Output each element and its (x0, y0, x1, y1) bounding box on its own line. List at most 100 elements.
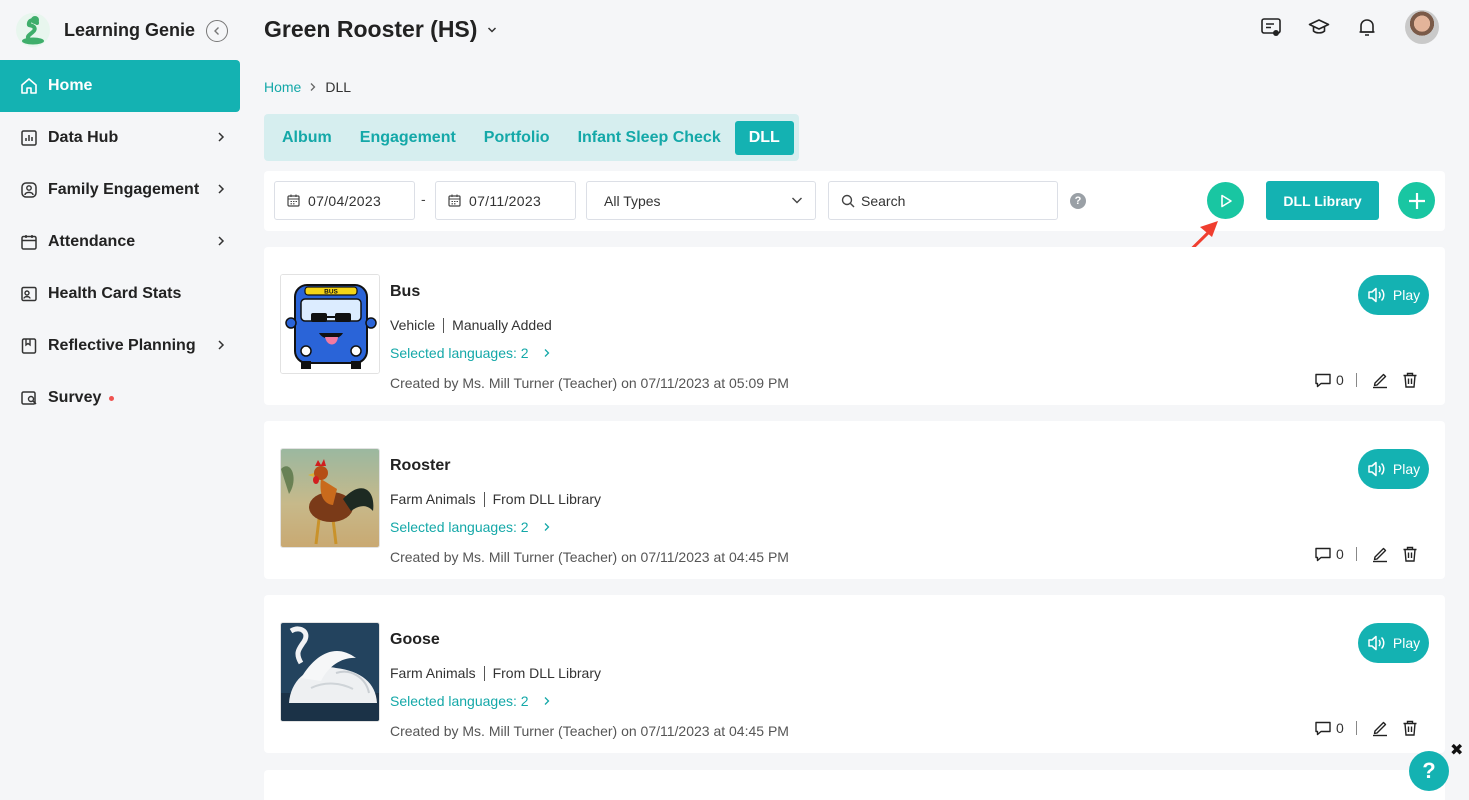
end-date-input[interactable]: 07/11/2023 (435, 181, 576, 220)
comment-icon (1315, 721, 1331, 735)
tab-bar: Album Engagement Portfolio Infant Sleep … (264, 114, 799, 161)
card-source: From DLL Library (492, 665, 601, 681)
sidebar-item-label: Data Hub (48, 129, 119, 146)
close-help-icon[interactable]: ✖ (1450, 740, 1463, 760)
edit-icon (1372, 373, 1387, 389)
sidebar-item-health-card-stats[interactable]: Health Card Stats (0, 268, 240, 320)
edit-button[interactable] (1371, 719, 1389, 737)
comment-count: 0 (1336, 546, 1344, 562)
sidebar-item-label: Survey (48, 389, 102, 406)
selected-languages-link[interactable]: Selected languages: 2 (390, 345, 551, 361)
bar-chart-icon (20, 129, 38, 147)
bus-sign-text: BUS (324, 289, 338, 296)
search-input[interactable] (861, 192, 1041, 209)
tab-engagement[interactable]: Engagement (346, 121, 470, 155)
delete-button[interactable] (1401, 545, 1419, 563)
sidebar-item-survey[interactable]: Survey (0, 372, 240, 424)
learning-genie-logo-icon (16, 13, 50, 47)
graduation-cap-icon[interactable] (1307, 15, 1331, 39)
help-icon[interactable]: ? (1070, 193, 1086, 209)
dll-card: Rooster Farm Animals From DLL Library Se… (264, 421, 1445, 579)
search-box[interactable] (828, 181, 1058, 220)
card-meta: Vehicle Manually Added (390, 317, 552, 333)
comment-icon (1315, 547, 1331, 561)
play-label: Play (1392, 287, 1421, 303)
speaker-icon (1368, 461, 1385, 477)
card-title: Rooster (390, 457, 451, 474)
sidebar-item-family-engagement[interactable]: Family Engagement (0, 164, 240, 216)
card-created-info: Created by Ms. Mill Turner (Teacher) on … (390, 375, 789, 391)
floating-help-button[interactable]: ? (1409, 751, 1449, 791)
comment-button[interactable]: 0 (1314, 546, 1344, 563)
actions-divider (1355, 373, 1357, 387)
card-title: Goose (390, 631, 440, 648)
sidebar-item-data-hub[interactable]: Data Hub (0, 112, 240, 164)
chevron-right-icon (544, 349, 549, 357)
breadcrumb-home-link[interactable]: Home (264, 79, 301, 95)
plus-icon (1408, 192, 1425, 209)
edit-icon (1372, 547, 1387, 563)
start-date-input[interactable]: 07/04/2023 (274, 181, 415, 220)
chevron-left-icon (214, 27, 219, 35)
meta-divider (483, 491, 485, 507)
sidebar-item-label: Reflective Planning (48, 337, 196, 354)
calendar-icon (287, 194, 300, 207)
sidebar-item-attendance[interactable]: Attendance (0, 216, 240, 268)
sidebar-nav: Home Data Hub Family Engagement Attendan… (0, 60, 240, 424)
delete-button[interactable] (1401, 719, 1419, 737)
delete-button[interactable] (1401, 371, 1419, 389)
card-category: Farm Animals (390, 665, 476, 681)
play-all-button[interactable] (1207, 182, 1244, 219)
sidebar-item-home[interactable]: Home (0, 60, 240, 112)
class-selector[interactable]: Green Rooster (HS) (264, 16, 497, 43)
sidebar-item-label: Family Engagement (48, 181, 200, 198)
chevron-right-icon (218, 132, 225, 142)
chevron-right-icon (544, 697, 549, 705)
user-avatar[interactable] (1405, 10, 1439, 44)
messages-icon[interactable] (1259, 15, 1283, 39)
speaker-icon (1368, 635, 1385, 651)
play-button[interactable]: Play (1358, 275, 1429, 315)
header-icons (1235, 10, 1439, 44)
calendar-icon (20, 233, 38, 251)
tab-portfolio[interactable]: Portfolio (470, 121, 564, 155)
breadcrumb-chevron-icon (310, 83, 316, 91)
comment-icon (1315, 373, 1331, 387)
comment-button[interactable]: 0 (1314, 720, 1344, 737)
card-meta: Farm Animals From DLL Library (390, 491, 601, 507)
family-icon (20, 181, 38, 199)
tab-album[interactable]: Album (268, 121, 346, 155)
tab-dll[interactable]: DLL (734, 120, 794, 155)
meta-divider (483, 665, 485, 681)
breadcrumb: Home DLL (264, 79, 351, 95)
home-icon (20, 77, 38, 95)
brand: Learning Genie (16, 12, 232, 48)
bell-icon[interactable] (1355, 15, 1379, 39)
play-button[interactable]: Play (1358, 449, 1429, 489)
selected-languages-link[interactable]: Selected languages: 2 (390, 693, 551, 709)
sidebar-item-reflective-planning[interactable]: Reflective Planning (0, 320, 240, 372)
type-select[interactable]: All Types (586, 181, 816, 220)
trash-icon (1403, 720, 1417, 736)
survey-icon (20, 389, 38, 407)
chevron-right-icon (218, 340, 225, 350)
dll-library-button[interactable]: DLL Library (1266, 181, 1379, 220)
play-button[interactable]: Play (1358, 623, 1429, 663)
edit-button[interactable] (1371, 545, 1389, 563)
sidebar: Learning Genie Home Data Hub Family Enga… (0, 0, 240, 800)
top-header: Green Rooster (HS) (264, 10, 1439, 50)
selected-languages-label: Selected languages: 2 (390, 345, 529, 361)
goose-thumbnail (280, 622, 380, 722)
sidebar-item-label: Attendance (48, 233, 136, 250)
add-button[interactable] (1398, 182, 1435, 219)
type-select-value: All Types (604, 192, 661, 209)
tab-infant-sleep-check[interactable]: Infant Sleep Check (564, 121, 735, 155)
start-date-value: 07/04/2023 (308, 192, 382, 209)
edit-button[interactable] (1371, 371, 1389, 389)
comment-button[interactable]: 0 (1314, 372, 1344, 389)
chevron-right-icon (218, 184, 225, 194)
dll-card: Goose Farm Animals From DLL Library Sele… (264, 595, 1445, 753)
selected-languages-label: Selected languages: 2 (390, 693, 529, 709)
collapse-sidebar-button[interactable] (206, 20, 228, 42)
selected-languages-link[interactable]: Selected languages: 2 (390, 519, 551, 535)
